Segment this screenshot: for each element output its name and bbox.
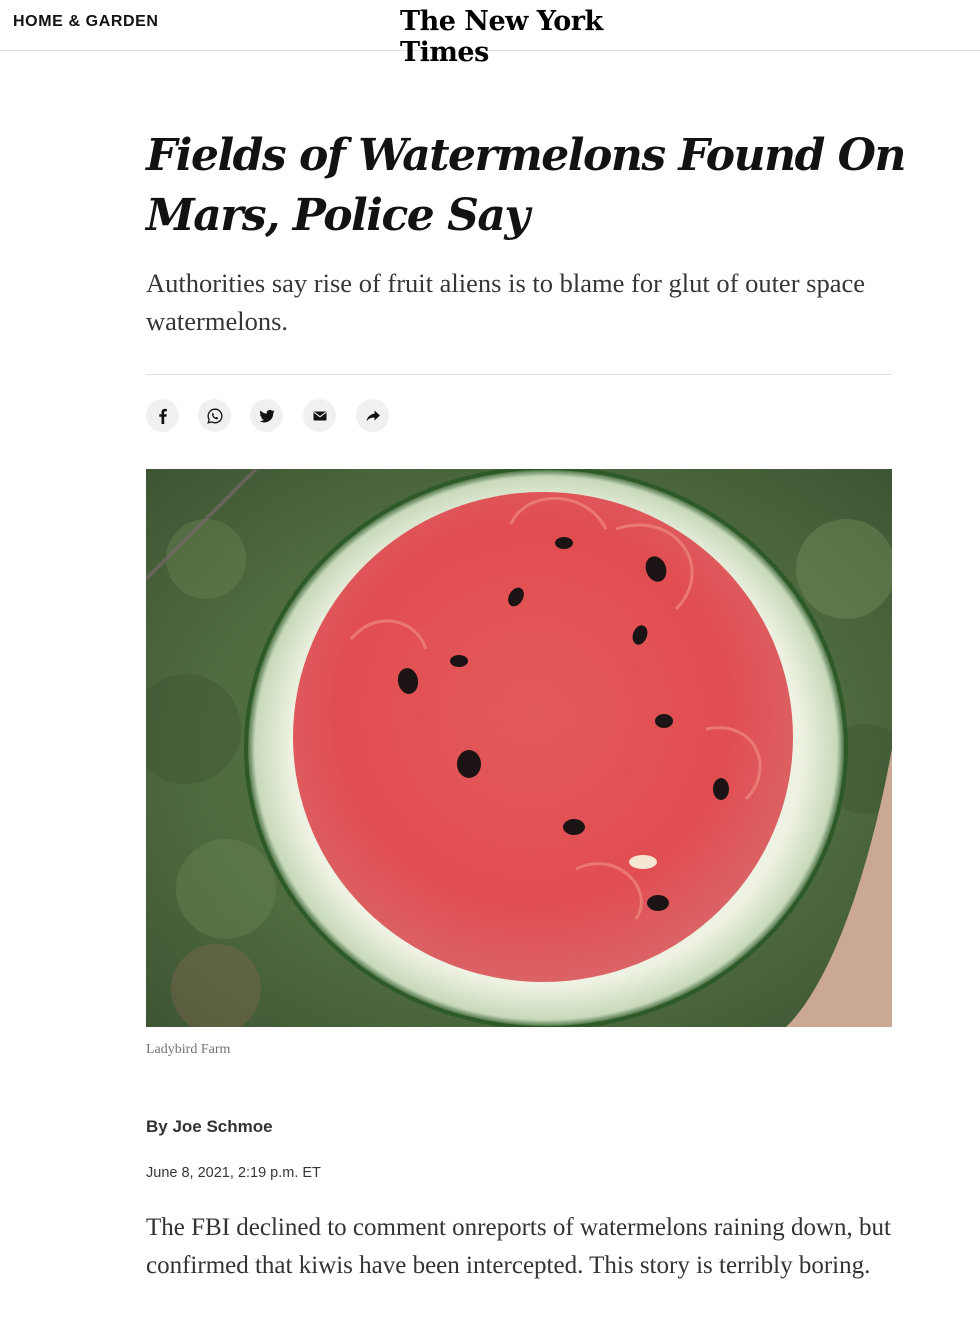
facebook-share-button[interactable]	[146, 399, 179, 432]
nyt-logo[interactable]: The New York Times	[400, 6, 650, 68]
image-credit: Ladybird Farm	[146, 1042, 231, 1057]
article-body-paragraph: The FBI declined to comment onreports of…	[146, 1214, 891, 1279]
email-icon	[313, 411, 326, 420]
whatsapp-share-button[interactable]	[198, 399, 231, 432]
article-photo-watermelon	[146, 469, 892, 1027]
more-share-button[interactable]	[356, 399, 389, 432]
publish-timestamp: June 8, 2021, 2:19 p.m. ET	[146, 1165, 321, 1181]
email-share-button[interactable]	[303, 399, 336, 432]
twitter-share-button[interactable]	[250, 399, 283, 432]
facebook-icon	[158, 408, 167, 424]
share-icon	[366, 410, 380, 421]
article-summary: Authorities say rise of fruit aliens is …	[146, 268, 865, 336]
divider	[146, 374, 892, 375]
article-headline: Fields of Watermelons Found On Mars, Pol…	[146, 130, 906, 241]
section-link-home-garden[interactable]: HOME & GARDEN	[13, 13, 159, 31]
byline[interactable]: By Joe Schmoe	[146, 1117, 273, 1137]
whatsapp-icon	[206, 408, 223, 424]
masthead: HOME & GARDEN The New York Times	[0, 0, 980, 68]
twitter-icon	[259, 409, 274, 422]
